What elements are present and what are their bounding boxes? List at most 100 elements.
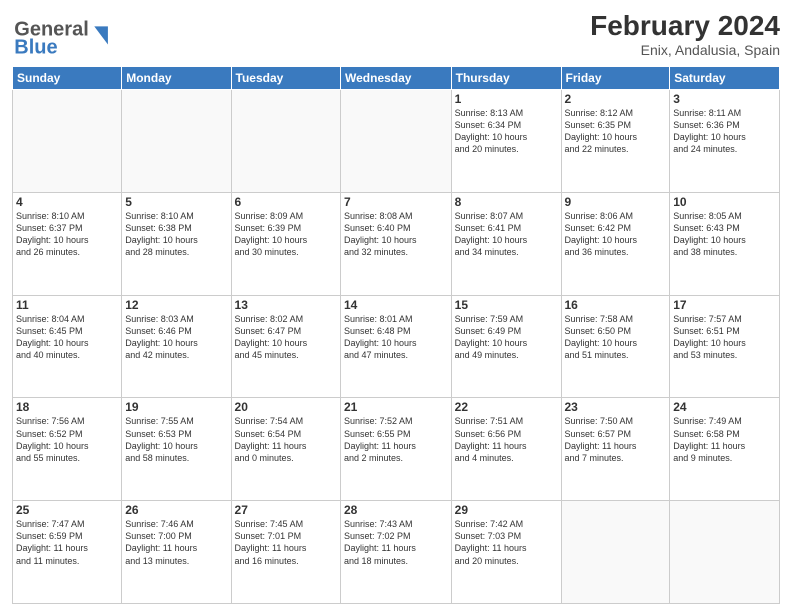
calendar-cell: 4Sunrise: 8:10 AM Sunset: 6:37 PM Daylig…	[13, 192, 122, 295]
day-info: Sunrise: 7:58 AM Sunset: 6:50 PM Dayligh…	[565, 313, 667, 362]
day-number: 13	[235, 298, 337, 312]
day-info: Sunrise: 8:09 AM Sunset: 6:39 PM Dayligh…	[235, 210, 337, 259]
day-number: 10	[673, 195, 776, 209]
calendar-cell: 22Sunrise: 7:51 AM Sunset: 6:56 PM Dayli…	[451, 398, 561, 501]
day-number: 23	[565, 400, 667, 414]
day-info: Sunrise: 7:52 AM Sunset: 6:55 PM Dayligh…	[344, 415, 448, 464]
day-info: Sunrise: 7:51 AM Sunset: 6:56 PM Dayligh…	[455, 415, 558, 464]
calendar-cell: 23Sunrise: 7:50 AM Sunset: 6:57 PM Dayli…	[561, 398, 670, 501]
day-number: 11	[16, 298, 118, 312]
day-number: 2	[565, 92, 667, 106]
day-info: Sunrise: 8:12 AM Sunset: 6:35 PM Dayligh…	[565, 107, 667, 156]
calendar-week-row: 11Sunrise: 8:04 AM Sunset: 6:45 PM Dayli…	[13, 295, 780, 398]
day-number: 3	[673, 92, 776, 106]
calendar-table: Sunday Monday Tuesday Wednesday Thursday…	[12, 66, 780, 604]
day-number: 14	[344, 298, 448, 312]
day-number: 8	[455, 195, 558, 209]
calendar-cell: 13Sunrise: 8:02 AM Sunset: 6:47 PM Dayli…	[231, 295, 340, 398]
day-number: 1	[455, 92, 558, 106]
day-number: 26	[125, 503, 227, 517]
col-friday: Friday	[561, 67, 670, 90]
day-number: 29	[455, 503, 558, 517]
calendar-cell: 2Sunrise: 8:12 AM Sunset: 6:35 PM Daylig…	[561, 90, 670, 193]
calendar-cell: 25Sunrise: 7:47 AM Sunset: 6:59 PM Dayli…	[13, 501, 122, 604]
day-number: 22	[455, 400, 558, 414]
day-info: Sunrise: 8:05 AM Sunset: 6:43 PM Dayligh…	[673, 210, 776, 259]
day-info: Sunrise: 8:08 AM Sunset: 6:40 PM Dayligh…	[344, 210, 448, 259]
day-number: 5	[125, 195, 227, 209]
day-number: 28	[344, 503, 448, 517]
calendar-cell: 15Sunrise: 7:59 AM Sunset: 6:49 PM Dayli…	[451, 295, 561, 398]
page: General Blue February 2024 Enix, Andalus…	[0, 0, 792, 612]
col-sunday: Sunday	[13, 67, 122, 90]
day-number: 24	[673, 400, 776, 414]
day-info: Sunrise: 8:07 AM Sunset: 6:41 PM Dayligh…	[455, 210, 558, 259]
day-number: 6	[235, 195, 337, 209]
calendar-cell: 8Sunrise: 8:07 AM Sunset: 6:41 PM Daylig…	[451, 192, 561, 295]
calendar-cell: 11Sunrise: 8:04 AM Sunset: 6:45 PM Dayli…	[13, 295, 122, 398]
day-info: Sunrise: 8:10 AM Sunset: 6:38 PM Dayligh…	[125, 210, 227, 259]
calendar-cell: 29Sunrise: 7:42 AM Sunset: 7:03 PM Dayli…	[451, 501, 561, 604]
logo-svg: General Blue	[12, 10, 122, 60]
day-info: Sunrise: 7:57 AM Sunset: 6:51 PM Dayligh…	[673, 313, 776, 362]
day-number: 27	[235, 503, 337, 517]
calendar-cell: 17Sunrise: 7:57 AM Sunset: 6:51 PM Dayli…	[670, 295, 780, 398]
day-number: 17	[673, 298, 776, 312]
day-info: Sunrise: 8:02 AM Sunset: 6:47 PM Dayligh…	[235, 313, 337, 362]
calendar-cell: 27Sunrise: 7:45 AM Sunset: 7:01 PM Dayli…	[231, 501, 340, 604]
calendar-cell: 5Sunrise: 8:10 AM Sunset: 6:38 PM Daylig…	[122, 192, 231, 295]
calendar-cell: 12Sunrise: 8:03 AM Sunset: 6:46 PM Dayli…	[122, 295, 231, 398]
day-info: Sunrise: 8:04 AM Sunset: 6:45 PM Dayligh…	[16, 313, 118, 362]
calendar-cell: 10Sunrise: 8:05 AM Sunset: 6:43 PM Dayli…	[670, 192, 780, 295]
day-info: Sunrise: 7:42 AM Sunset: 7:03 PM Dayligh…	[455, 518, 558, 567]
calendar-cell: 7Sunrise: 8:08 AM Sunset: 6:40 PM Daylig…	[341, 192, 452, 295]
calendar-cell: 18Sunrise: 7:56 AM Sunset: 6:52 PM Dayli…	[13, 398, 122, 501]
calendar-cell: 28Sunrise: 7:43 AM Sunset: 7:02 PM Dayli…	[341, 501, 452, 604]
day-number: 7	[344, 195, 448, 209]
day-info: Sunrise: 7:47 AM Sunset: 6:59 PM Dayligh…	[16, 518, 118, 567]
day-info: Sunrise: 7:46 AM Sunset: 7:00 PM Dayligh…	[125, 518, 227, 567]
day-info: Sunrise: 7:56 AM Sunset: 6:52 PM Dayligh…	[16, 415, 118, 464]
calendar-cell	[122, 90, 231, 193]
col-monday: Monday	[122, 67, 231, 90]
calendar-cell: 9Sunrise: 8:06 AM Sunset: 6:42 PM Daylig…	[561, 192, 670, 295]
col-saturday: Saturday	[670, 67, 780, 90]
weekday-header-row: Sunday Monday Tuesday Wednesday Thursday…	[13, 67, 780, 90]
day-number: 18	[16, 400, 118, 414]
calendar-cell: 20Sunrise: 7:54 AM Sunset: 6:54 PM Dayli…	[231, 398, 340, 501]
calendar-cell: 26Sunrise: 7:46 AM Sunset: 7:00 PM Dayli…	[122, 501, 231, 604]
calendar-subtitle: Enix, Andalusia, Spain	[590, 42, 780, 58]
day-number: 15	[455, 298, 558, 312]
day-info: Sunrise: 7:45 AM Sunset: 7:01 PM Dayligh…	[235, 518, 337, 567]
day-info: Sunrise: 7:49 AM Sunset: 6:58 PM Dayligh…	[673, 415, 776, 464]
calendar-cell: 1Sunrise: 8:13 AM Sunset: 6:34 PM Daylig…	[451, 90, 561, 193]
day-info: Sunrise: 7:50 AM Sunset: 6:57 PM Dayligh…	[565, 415, 667, 464]
day-info: Sunrise: 7:54 AM Sunset: 6:54 PM Dayligh…	[235, 415, 337, 464]
calendar-week-row: 1Sunrise: 8:13 AM Sunset: 6:34 PM Daylig…	[13, 90, 780, 193]
calendar-cell: 16Sunrise: 7:58 AM Sunset: 6:50 PM Dayli…	[561, 295, 670, 398]
calendar-cell	[341, 90, 452, 193]
calendar-cell: 21Sunrise: 7:52 AM Sunset: 6:55 PM Dayli…	[341, 398, 452, 501]
calendar-title: February 2024	[590, 10, 780, 42]
day-number: 9	[565, 195, 667, 209]
calendar-cell	[13, 90, 122, 193]
day-info: Sunrise: 8:10 AM Sunset: 6:37 PM Dayligh…	[16, 210, 118, 259]
day-info: Sunrise: 8:13 AM Sunset: 6:34 PM Dayligh…	[455, 107, 558, 156]
col-wednesday: Wednesday	[341, 67, 452, 90]
day-info: Sunrise: 8:01 AM Sunset: 6:48 PM Dayligh…	[344, 313, 448, 362]
day-number: 16	[565, 298, 667, 312]
calendar-cell: 19Sunrise: 7:55 AM Sunset: 6:53 PM Dayli…	[122, 398, 231, 501]
day-info: Sunrise: 8:06 AM Sunset: 6:42 PM Dayligh…	[565, 210, 667, 259]
calendar-cell: 3Sunrise: 8:11 AM Sunset: 6:36 PM Daylig…	[670, 90, 780, 193]
calendar-week-row: 4Sunrise: 8:10 AM Sunset: 6:37 PM Daylig…	[13, 192, 780, 295]
logo: General Blue	[12, 10, 122, 60]
title-block: February 2024 Enix, Andalusia, Spain	[590, 10, 780, 58]
day-info: Sunrise: 7:59 AM Sunset: 6:49 PM Dayligh…	[455, 313, 558, 362]
day-number: 20	[235, 400, 337, 414]
day-info: Sunrise: 7:55 AM Sunset: 6:53 PM Dayligh…	[125, 415, 227, 464]
day-info: Sunrise: 8:11 AM Sunset: 6:36 PM Dayligh…	[673, 107, 776, 156]
day-number: 21	[344, 400, 448, 414]
col-thursday: Thursday	[451, 67, 561, 90]
col-tuesday: Tuesday	[231, 67, 340, 90]
day-info: Sunrise: 7:43 AM Sunset: 7:02 PM Dayligh…	[344, 518, 448, 567]
